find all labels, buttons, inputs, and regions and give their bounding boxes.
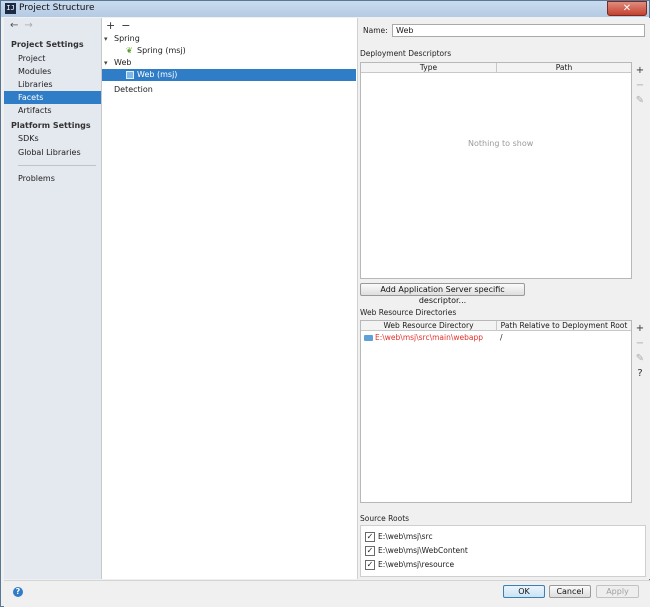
sidebar-item-modules[interactable]: Modules: [4, 65, 101, 78]
checkbox-checked-icon[interactable]: ✓: [365, 546, 375, 556]
sidebar-item-facets[interactable]: Facets: [4, 91, 101, 104]
window-title: Project Structure: [19, 3, 95, 13]
app-icon: IJ: [5, 3, 16, 14]
tree-toolbar: + −: [106, 19, 136, 32]
deployment-descriptors-table[interactable]: Type Path Nothing to show: [360, 62, 632, 279]
sidebar-item-artifacts[interactable]: Artifacts: [4, 104, 101, 117]
add-descriptor-button[interactable]: Add Application Server specific descript…: [360, 283, 525, 305]
web-facet-icon: [126, 71, 134, 79]
forward-arrow-icon[interactable]: →: [24, 20, 32, 31]
help-button[interactable]: ?: [13, 587, 23, 597]
sidebar-item-project[interactable]: Project: [4, 52, 101, 65]
name-field[interactable]: Web: [392, 24, 645, 37]
spring-leaf-icon: ❦: [126, 46, 133, 55]
sidebar-item-libraries[interactable]: Libraries: [4, 78, 101, 91]
sidebar-item-sdks[interactable]: SDKs: [4, 132, 101, 145]
folder-icon: [364, 335, 373, 341]
web-resource-directories-heading: Web Resource Directories: [360, 308, 457, 317]
add-icon[interactable]: +: [633, 63, 647, 78]
ok-button[interactable]: OK: [503, 585, 545, 598]
tree-node-spring-msj[interactable]: ❦ Spring (msj): [102, 45, 356, 57]
tree-node-label: Web: [114, 58, 132, 67]
tree-node-label: Spring: [114, 34, 140, 43]
add-icon[interactable]: +: [633, 321, 647, 336]
relative-path-cell: /: [500, 333, 503, 342]
settings-sidebar: ← → Project Settings Project Modules Libr…: [4, 18, 102, 579]
tree-node-web[interactable]: ▾ Web: [102, 57, 356, 69]
column-header-path[interactable]: Path: [497, 63, 631, 73]
empty-state-text: Nothing to show: [468, 139, 534, 148]
edit-icon[interactable]: ✎: [633, 93, 647, 108]
tree-node-label: Detection: [114, 85, 153, 94]
facet-details-panel: Name: Web Deployment Descriptors Type Pa…: [358, 18, 650, 579]
help-icon[interactable]: ?: [633, 366, 647, 381]
source-root-label: E:\web\msj\resource: [378, 560, 455, 569]
apply-button[interactable]: Apply: [596, 585, 639, 598]
sidebar-item-problems[interactable]: Problems: [4, 172, 101, 185]
sidebar-item-global-libraries[interactable]: Global Libraries: [4, 146, 101, 159]
tree-node-label: Web (msj): [137, 70, 178, 79]
source-roots-heading: Source Roots: [360, 514, 410, 523]
column-header-web-resource-directory[interactable]: Web Resource Directory: [361, 321, 497, 331]
source-roots-list: ✓ E:\web\msj\src ✓ E:\web\msj\WebContent…: [360, 525, 646, 577]
nav-arrows: ← →: [10, 20, 39, 31]
platform-settings-heading: Platform Settings: [11, 121, 91, 130]
source-root-label: E:\web\msj\src: [378, 532, 433, 541]
remove-icon[interactable]: −: [633, 336, 647, 351]
deployment-descriptors-heading: Deployment Descriptors: [360, 49, 452, 58]
project-settings-heading: Project Settings: [11, 40, 84, 49]
project-structure-dialog: IJ Project Structure ✕ ← → Project Settin…: [0, 0, 650, 607]
cancel-button[interactable]: Cancel: [549, 585, 591, 598]
web-resource-table[interactable]: Web Resource Directory Path Relative to …: [360, 320, 632, 503]
tree-node-detection[interactable]: Detection: [102, 84, 356, 96]
back-arrow-icon[interactable]: ←: [10, 20, 18, 31]
descriptor-toolbar: + − ✎: [633, 63, 647, 108]
remove-facet-icon[interactable]: −: [121, 19, 130, 32]
tree-node-label: Spring (msj): [137, 46, 186, 55]
table-row[interactable]: E:\web\msj\src\main\webapp /: [361, 332, 631, 343]
resource-directory-cell: E:\web\msj\src\main\webapp: [375, 333, 484, 342]
source-root-label: E:\web\msj\WebContent: [378, 546, 468, 555]
edit-icon[interactable]: ✎: [633, 351, 647, 366]
column-header-path-relative[interactable]: Path Relative to Deployment Root: [497, 321, 631, 331]
add-facet-icon[interactable]: +: [106, 19, 115, 32]
column-header-type[interactable]: Type: [361, 63, 497, 73]
checkbox-checked-icon[interactable]: ✓: [365, 532, 375, 542]
title-bar: IJ Project Structure ✕: [1, 1, 649, 17]
name-label: Name:: [363, 26, 388, 35]
chevron-down-icon[interactable]: ▾: [104, 33, 108, 45]
chevron-down-icon[interactable]: ▾: [104, 57, 108, 69]
facets-tree: + − ▾ Spring ❦ Spring (msj) ▾ Web Web (ms…: [102, 18, 358, 579]
tree-node-spring[interactable]: ▾ Spring: [102, 33, 356, 45]
close-button[interactable]: ✕: [607, 1, 647, 16]
remove-icon[interactable]: −: [633, 78, 647, 93]
sidebar-divider: [18, 165, 96, 166]
tree-node-web-msj[interactable]: Web (msj): [102, 69, 356, 81]
checkbox-checked-icon[interactable]: ✓: [365, 560, 375, 570]
resource-toolbar: + − ✎ ?: [633, 321, 647, 381]
